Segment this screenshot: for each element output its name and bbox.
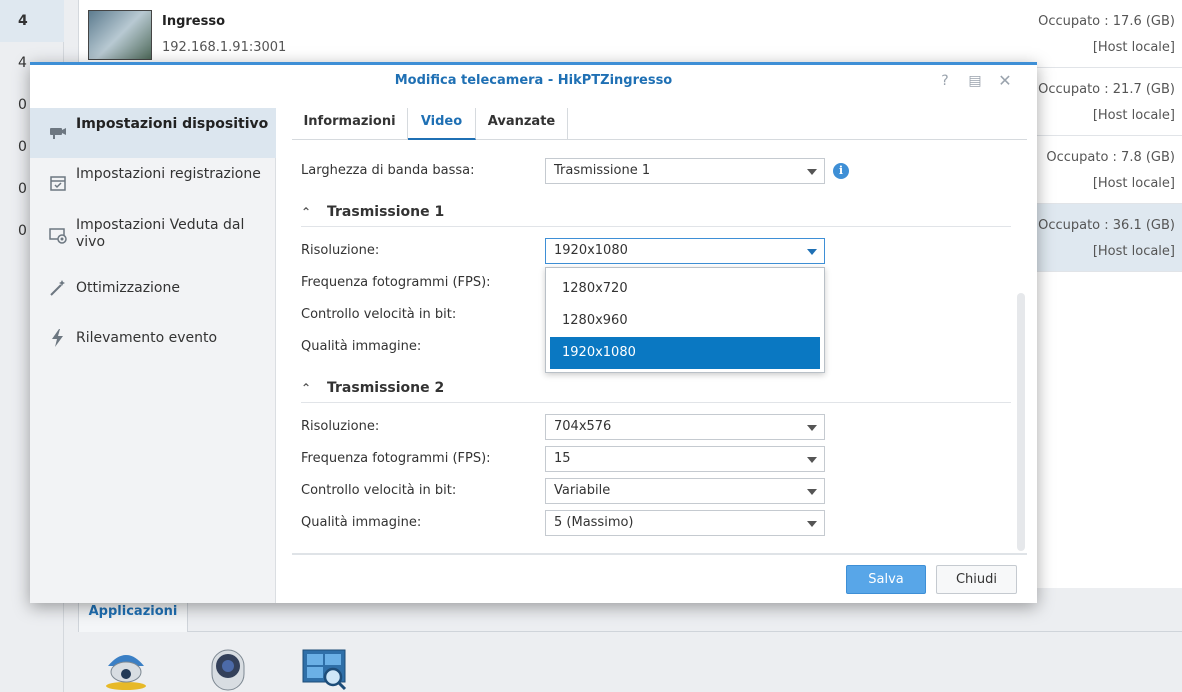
section-title: Trasmissione 1 [327, 204, 445, 220]
dialog-tabs: Informazioni Video Avanzate [292, 108, 1027, 140]
divider [301, 226, 1011, 227]
camera-dome-icon[interactable] [102, 644, 150, 692]
save-button[interactable]: Salva [846, 565, 926, 594]
dropdown-option-selected[interactable]: 1920x1080 [550, 337, 820, 369]
dropdown-option[interactable]: 1280x720 [550, 273, 820, 305]
close-button[interactable]: Chiudi [936, 565, 1017, 594]
select-value: Trasmissione 1 [554, 163, 651, 178]
stream2-header[interactable]: ⌃ Trasmissione 2 [301, 380, 444, 396]
stream2-resolution-select[interactable]: 704x576 [545, 414, 825, 440]
camera-storage: Occupato : 36.1 (GB) [1038, 218, 1175, 233]
camera-fisheye-icon[interactable] [204, 644, 252, 692]
camera-host: [Host locale] [1092, 244, 1175, 259]
stream1-bitrate-label: Controllo velocità in bit: [301, 307, 457, 322]
chevron-up-icon: ⌃ [301, 381, 312, 395]
sidebar-item-label: Impostazioni registrazione [76, 166, 261, 182]
camera-host: [Host locale] [1092, 108, 1175, 123]
chevron-up-icon: ⌃ [301, 205, 312, 219]
chevron-down-icon [807, 249, 817, 255]
chevron-down-icon [807, 489, 817, 495]
tab-video[interactable]: Video [408, 108, 476, 140]
tab-informazioni[interactable]: Informazioni [292, 108, 408, 140]
dropdown-option[interactable]: 1280x960 [550, 305, 820, 337]
stream2-bitrate-label: Controllo velocità in bit: [301, 483, 457, 498]
stream2-fps-select[interactable]: 15 [545, 446, 825, 472]
sidebar-item-label: Impostazioni Veduta dal vivo [76, 217, 245, 250]
camera-row[interactable]: Ingresso 192.168.1.91:3001 Occupato : 17… [79, 0, 1182, 68]
count-item[interactable]: 4 [0, 0, 64, 42]
camera-host: [Host locale] [1092, 40, 1175, 55]
divider [301, 402, 1011, 403]
camera-storage: Occupato : 21.7 (GB) [1038, 82, 1175, 97]
select-value: 15 [554, 451, 571, 466]
sidebar-item-label: Rilevamento evento [76, 330, 218, 346]
chevron-down-icon [807, 425, 817, 431]
calendar-icon [48, 173, 68, 193]
lightning-icon [48, 328, 68, 348]
monitor-camera-icon [48, 225, 68, 245]
camera-icon [48, 122, 68, 142]
scrollbar[interactable] [1017, 293, 1025, 551]
maximize-icon[interactable]: ▤ [965, 70, 985, 92]
stream2-resolution-label: Risoluzione: [301, 419, 380, 434]
close-icon[interactable]: ✕ [995, 70, 1015, 92]
chevron-down-icon [807, 457, 817, 463]
sidebar-item-event-detection[interactable]: Rilevamento evento [30, 328, 276, 358]
dialog-sidebar: Impostazioni dispositivo Impostazioni re… [30, 108, 276, 603]
low-bandwidth-label: Larghezza di banda bassa: [301, 163, 475, 178]
sidebar-item-optimization[interactable]: Ottimizzazione [30, 278, 276, 308]
monitor-search-icon[interactable] [300, 644, 348, 692]
camera-thumbnail [88, 10, 152, 60]
sidebar-item-device-settings[interactable]: Impostazioni dispositivo [30, 108, 276, 158]
camera-address: 192.168.1.91:3001 [162, 40, 287, 55]
stream2-quality-select[interactable]: 5 (Massimo) [545, 510, 825, 536]
section-title: Trasmissione 2 [327, 380, 445, 396]
camera-storage: Occupato : 7.8 (GB) [1046, 150, 1175, 165]
sidebar-item-live-view-settings[interactable]: Impostazioni Veduta dal vivo [30, 217, 276, 257]
tab-avanzate[interactable]: Avanzate [476, 108, 568, 140]
sidebar-item-label: Ottimizzazione [76, 280, 180, 296]
chevron-down-icon [807, 169, 817, 175]
camera-host: [Host locale] [1092, 176, 1175, 191]
edit-camera-dialog: Modifica telecamera - HikPTZingresso ? ▤… [30, 62, 1037, 603]
dialog-title: Modifica telecamera - HikPTZingresso [394, 73, 673, 88]
stream2-fps-label: Frequenza fotogrammi (FPS): [301, 451, 491, 466]
help-icon[interactable]: ? [935, 70, 955, 92]
stream1-header[interactable]: ⌃ Trasmissione 1 [301, 204, 444, 220]
tab-applicazioni[interactable]: Applicazioni [78, 600, 188, 632]
stream1-resolution-label: Risoluzione: [301, 243, 380, 258]
info-icon[interactable]: i [833, 163, 849, 179]
chevron-down-icon [807, 521, 817, 527]
stream2-quality-label: Qualità immagine: [301, 515, 422, 530]
camera-name: Ingresso [162, 14, 226, 29]
select-value: 5 (Massimo) [554, 515, 634, 530]
footer-divider [292, 553, 1027, 555]
sidebar-item-label: Impostazioni dispositivo [76, 116, 269, 132]
select-value: 704x576 [554, 419, 612, 434]
sidebar-item-recording-settings[interactable]: Impostazioni registrazione [30, 166, 276, 206]
stream1-resolution-select[interactable]: 1920x1080 [545, 238, 825, 264]
magic-wand-icon [48, 278, 68, 298]
low-bandwidth-select[interactable]: Trasmissione 1 [545, 158, 825, 184]
stream1-fps-label: Frequenza fotogrammi (FPS): [301, 275, 491, 290]
select-value: 1920x1080 [554, 243, 628, 258]
stream1-quality-label: Qualità immagine: [301, 339, 422, 354]
bottom-tabbar: Applicazioni [78, 600, 1182, 632]
resolution-dropdown-list: 1280x720 1280x960 1920x1080 [545, 267, 825, 373]
stream2-bitrate-select[interactable]: Variabile [545, 478, 825, 504]
camera-storage: Occupato : 17.6 (GB) [1038, 14, 1175, 29]
select-value: Variabile [554, 483, 611, 498]
